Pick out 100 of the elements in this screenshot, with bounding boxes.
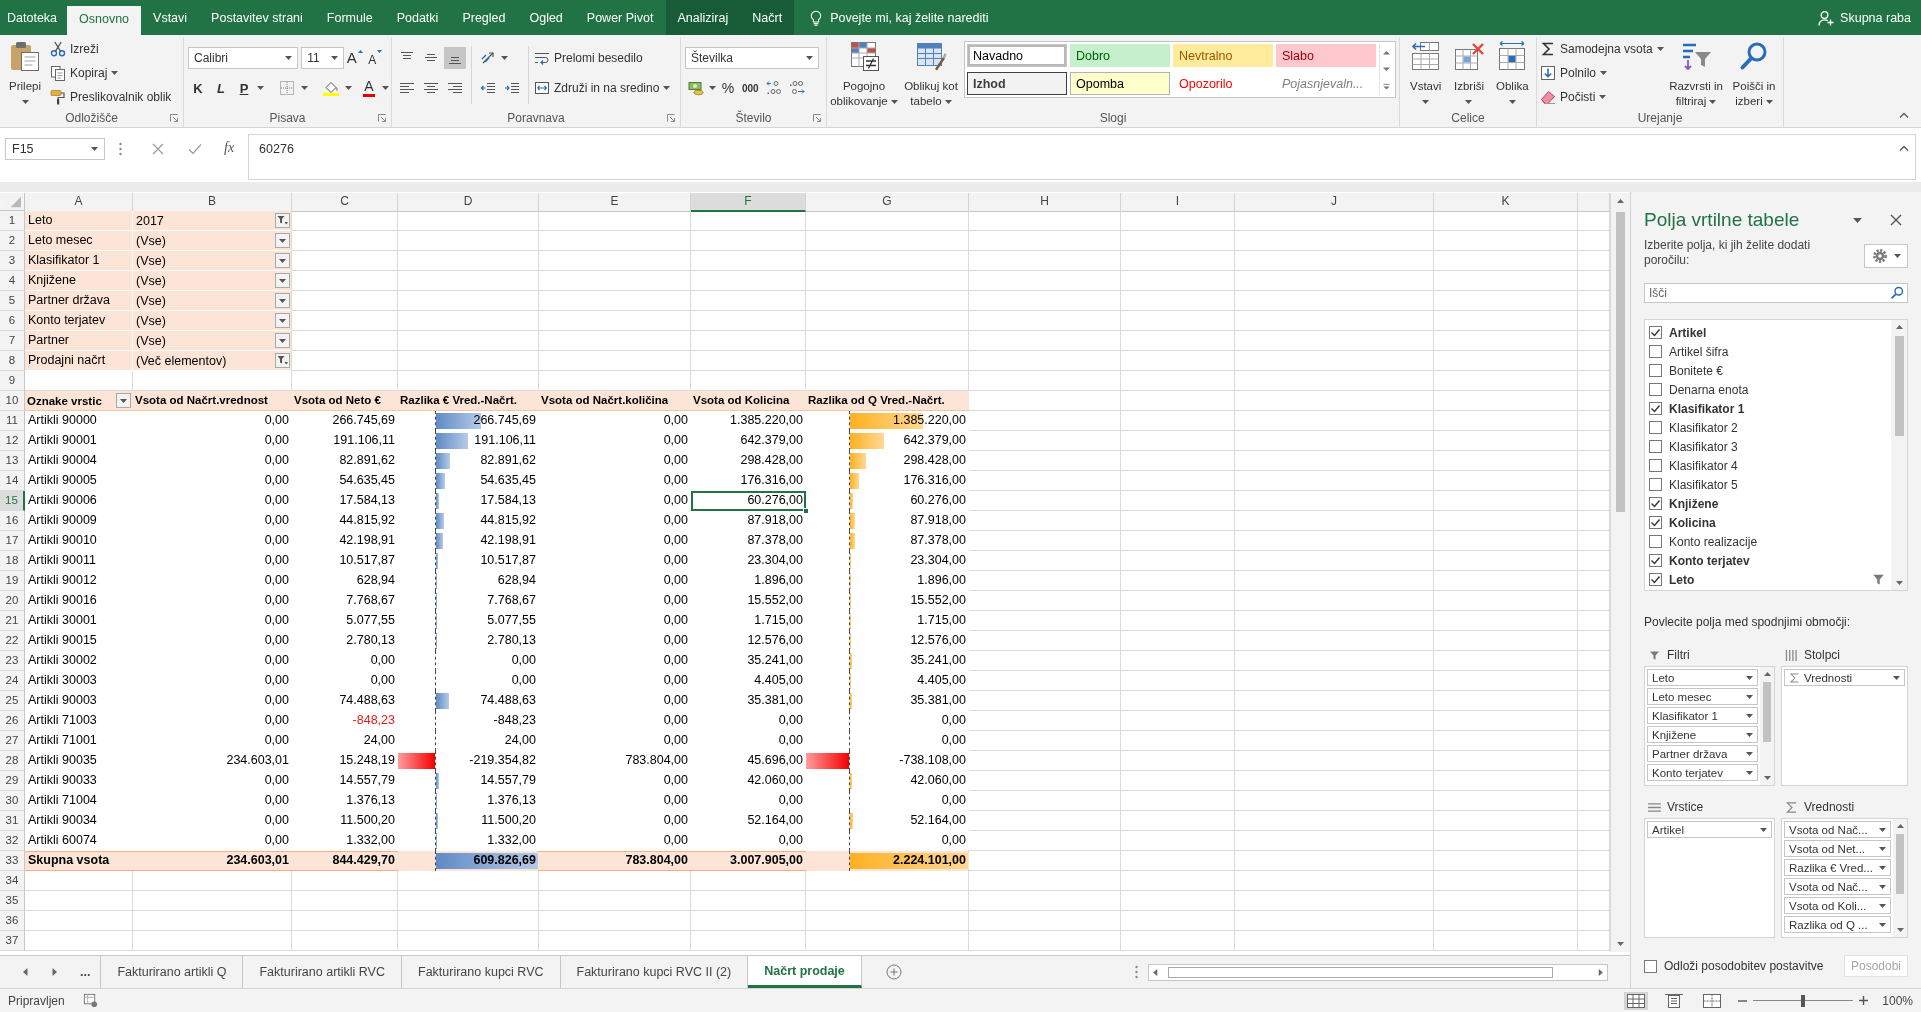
field-name[interactable]: Konto realizacije [1669, 534, 1758, 549]
formula-input[interactable]: 60276 [248, 134, 1916, 180]
fill-button[interactable]: Polnilo [1540, 61, 1664, 85]
area-field-button[interactable]: Razlika od Q ... [1784, 916, 1891, 933]
checkbox[interactable] [1649, 345, 1662, 358]
checkbox[interactable] [1649, 516, 1662, 529]
drag-handle-icon[interactable] [119, 142, 122, 156]
column-header[interactable]: J [1235, 193, 1434, 212]
increase-font-size-button[interactable]: A [346, 47, 366, 69]
format-as-table-button[interactable]: Oblikuj kot tabelo [901, 37, 961, 109]
row-header[interactable]: 9 [0, 371, 25, 391]
scroll-left-icon[interactable] [1152, 967, 1158, 977]
close-icon[interactable] [1890, 214, 1902, 226]
field-name[interactable]: Denarna enota [1669, 382, 1749, 397]
checkbox[interactable] [1649, 326, 1662, 339]
checkbox[interactable] [1644, 959, 1657, 973]
row-header[interactable]: 4 [0, 271, 25, 291]
scroll-up-icon[interactable] [1616, 198, 1625, 204]
row-header[interactable]: 37 [0, 931, 25, 951]
conditional-formatting-button[interactable]: Pogojno oblikovanje [829, 37, 899, 109]
bold-button[interactable]: K [188, 77, 208, 99]
format-cells-button[interactable]: Oblika [1492, 37, 1532, 109]
autosum-button[interactable]: Samodejna vsota [1540, 37, 1664, 61]
dropdown-icon[interactable] [116, 393, 131, 408]
row-header[interactable]: 27 [0, 731, 25, 751]
checkbox[interactable] [1649, 440, 1662, 453]
search-icon[interactable] [1890, 286, 1904, 300]
row-header[interactable]: 26 [0, 711, 25, 731]
scroll-thumb[interactable] [1896, 834, 1904, 894]
checkbox[interactable] [1649, 554, 1662, 567]
filter-dropdown-icon[interactable] [275, 213, 290, 228]
ribbon-tab[interactable]: Pregled [450, 0, 518, 35]
next-sheet-icon[interactable] [52, 967, 58, 977]
zoom-in-icon[interactable] [1859, 996, 1869, 1005]
underline-button[interactable]: P [234, 77, 254, 99]
zoom-slider-thumb[interactable] [1801, 994, 1806, 1007]
dialog-launcher-icon[interactable] [813, 114, 821, 122]
field-name[interactable]: Leto [1669, 572, 1695, 587]
row-header[interactable]: 23 [0, 651, 25, 671]
paste-button[interactable]: Prilepi [4, 37, 46, 109]
italic-button[interactable]: L [211, 77, 231, 99]
checkbox[interactable] [1649, 364, 1662, 377]
selected-cell[interactable]: 60.276,00 [691, 491, 806, 511]
field-name[interactable]: Knjižene [1669, 496, 1719, 511]
column-header[interactable]: G [806, 193, 969, 212]
area-field-button[interactable]: Klasifikator 1 [1647, 707, 1758, 724]
insert-function-button[interactable]: fx [224, 140, 235, 156]
area-field-button[interactable]: Artikel [1647, 821, 1772, 838]
area-field-button[interactable]: Leto mesec [1647, 688, 1758, 705]
checkbox[interactable] [1649, 478, 1662, 491]
column-header[interactable]: D [398, 193, 539, 212]
checkbox[interactable] [1649, 535, 1662, 548]
copy-button[interactable]: Kopiraj [50, 61, 172, 85]
scroll-thumb[interactable] [1894, 336, 1904, 436]
ribbon-tab[interactable]: Analiziraj [665, 0, 741, 35]
caret-icon[interactable] [301, 86, 308, 90]
row-header[interactable]: 34 [0, 871, 25, 891]
row-header[interactable]: 16 [0, 511, 25, 531]
checkbox[interactable] [1649, 383, 1662, 396]
dropdown-icon[interactable] [275, 313, 290, 328]
percent-button[interactable]: % [718, 77, 738, 99]
row-header[interactable]: 20 [0, 591, 25, 611]
row-header[interactable]: 33 [0, 851, 25, 871]
cell-style-option[interactable]: Opomba [1070, 72, 1170, 95]
scroll-thumb[interactable] [1763, 682, 1771, 742]
field-name[interactable]: Klasifikator 2 [1669, 420, 1738, 435]
scroll-down-icon[interactable] [1382, 66, 1391, 73]
zoom-level[interactable]: 100% [1882, 993, 1913, 1008]
checkbox[interactable] [1649, 421, 1662, 434]
clear-button[interactable]: Počisti [1540, 85, 1664, 109]
scroll-up-icon[interactable] [1382, 49, 1391, 56]
row-header[interactable]: 28 [0, 751, 25, 771]
row-header[interactable]: 12 [0, 431, 25, 451]
zoom-out-icon[interactable] [1738, 999, 1748, 1002]
area-field-button[interactable]: Vsota od Net... [1784, 840, 1891, 857]
search-field[interactable]: Išči [1644, 283, 1908, 303]
dialog-launcher-icon[interactable] [667, 114, 675, 122]
area-field-button[interactable]: Knjižene [1647, 726, 1758, 743]
row-header[interactable]: 18 [0, 551, 25, 571]
row-header[interactable]: 31 [0, 811, 25, 831]
collapse-ribbon-icon[interactable] [1899, 112, 1909, 119]
scroll-down-icon[interactable] [1895, 927, 1905, 933]
dialog-launcher-icon[interactable] [378, 114, 386, 122]
ribbon-tab[interactable]: Osnovno [67, 6, 142, 35]
panel-options-icon[interactable] [1853, 217, 1862, 223]
decrease-font-size-button[interactable]: A [368, 47, 387, 69]
row-header[interactable]: 15 [0, 491, 25, 511]
share-button[interactable]: Skupna raba [1818, 0, 1921, 35]
field-name[interactable]: Artikel [1669, 325, 1707, 340]
row-header[interactable]: 22 [0, 631, 25, 651]
row-header[interactable]: 5 [0, 291, 25, 311]
row-header[interactable]: 19 [0, 571, 25, 591]
row-header[interactable]: 36 [0, 911, 25, 931]
field-name[interactable]: Klasifikator 5 [1669, 477, 1738, 492]
dropdown-icon[interactable] [275, 333, 290, 348]
dropdown-icon[interactable] [275, 233, 290, 248]
area-field-button[interactable]: Konto terjatev [1647, 764, 1758, 781]
column-header[interactable]: E [539, 193, 691, 212]
area-field-button[interactable]: Vsota od Koli... [1784, 897, 1891, 914]
fill-handle[interactable] [803, 508, 809, 514]
